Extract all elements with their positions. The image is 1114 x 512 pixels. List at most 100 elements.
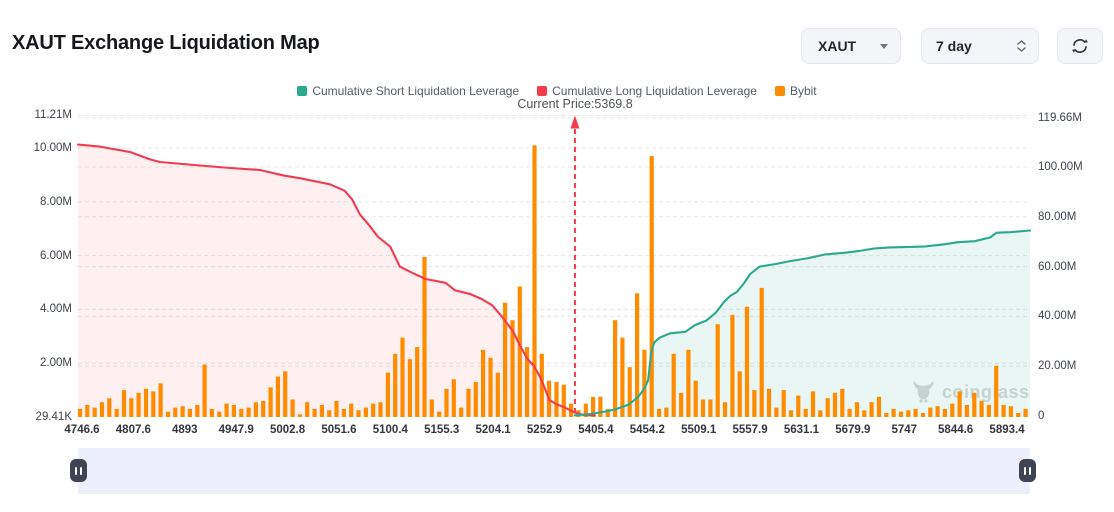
liquidation-bar xyxy=(100,402,104,417)
liquidation-bar xyxy=(965,405,969,417)
liquidation-bar xyxy=(85,405,89,417)
liquidation-bar xyxy=(78,409,82,417)
liquidation-bar xyxy=(804,409,808,417)
liquidation-bar xyxy=(474,382,478,417)
axis-tick-label: 5155.3 xyxy=(424,423,459,437)
liquidation-bar xyxy=(459,408,463,417)
liquidation-bar xyxy=(899,412,903,417)
liquidation-bar xyxy=(342,409,346,417)
axis-tick-label: 60.00M xyxy=(1038,260,1076,274)
liquidation-bar xyxy=(159,383,163,417)
range-slider-track[interactable] xyxy=(78,448,1030,494)
liquidation-bar xyxy=(752,390,756,417)
axis-tick-label: 5100.4 xyxy=(373,423,408,437)
liquidation-bar xyxy=(1002,405,1006,417)
axis-tick-label: 5509.1 xyxy=(681,423,716,437)
liquidation-chart xyxy=(0,0,1114,460)
liquidation-bar xyxy=(320,405,324,417)
axis-tick-label: 5405.4 xyxy=(578,423,613,437)
liquidation-bar xyxy=(928,408,932,417)
liquidation-bar xyxy=(943,409,947,417)
liquidation-bar xyxy=(334,401,338,417)
liquidation-bar xyxy=(613,320,617,417)
liquidation-bar xyxy=(437,412,441,417)
liquidation-bar xyxy=(122,390,126,417)
liquidation-bar xyxy=(598,397,602,417)
axis-tick-label: 29.41K xyxy=(0,410,72,424)
liquidation-bar xyxy=(789,410,793,417)
liquidation-bar xyxy=(760,288,764,417)
liquidation-bar xyxy=(958,391,962,417)
liquidation-bar xyxy=(532,145,536,417)
liquidation-bar xyxy=(254,402,258,417)
liquidation-bar xyxy=(393,354,397,417)
liquidation-bar xyxy=(701,400,705,418)
liquidation-bar xyxy=(664,408,668,417)
liquidation-bar xyxy=(93,408,97,417)
range-slider-right-handle[interactable] xyxy=(1019,459,1036,482)
liquidation-bar xyxy=(452,379,456,417)
axis-tick-label: 5051.6 xyxy=(321,423,356,437)
liquidation-bar xyxy=(826,398,830,417)
liquidation-bar xyxy=(767,389,771,417)
current-price-arrow-icon xyxy=(570,116,579,129)
liquidation-bar xyxy=(987,405,991,417)
liquidation-bar xyxy=(217,412,221,417)
liquidation-bar xyxy=(672,354,676,417)
liquidation-bar xyxy=(151,391,155,417)
liquidation-bar xyxy=(144,389,148,417)
liquidation-bar xyxy=(782,390,786,417)
liquidation-bar xyxy=(305,402,309,417)
liquidation-bar xyxy=(181,406,185,417)
axis-tick-label: 4947.9 xyxy=(219,423,254,437)
liquidation-bar xyxy=(708,400,712,418)
liquidation-bar xyxy=(562,385,566,417)
liquidation-bar xyxy=(173,408,177,417)
liquidation-bar xyxy=(921,413,925,417)
liquidation-bar xyxy=(210,409,214,417)
liquidation-bar xyxy=(444,389,448,417)
liquidation-bar xyxy=(914,409,918,417)
axis-tick-label: 20.00M xyxy=(1038,359,1076,373)
liquidation-bar xyxy=(496,373,500,417)
liquidation-bar xyxy=(276,377,280,417)
liquidation-bar xyxy=(774,408,778,417)
liquidation-bar xyxy=(232,405,236,417)
area-cumulative-long-liquidation-leverage xyxy=(78,145,595,417)
liquidation-bar xyxy=(972,393,976,417)
liquidation-bar xyxy=(716,324,720,417)
liquidation-bar xyxy=(107,398,111,417)
liquidation-bar xyxy=(364,408,368,417)
liquidation-bar xyxy=(870,402,874,417)
liquidation-bar xyxy=(679,393,683,417)
range-slider-left-handle[interactable] xyxy=(70,459,87,482)
liquidation-bar xyxy=(349,404,353,417)
liquidation-bar xyxy=(247,408,251,417)
liquidation-bar xyxy=(481,350,485,417)
liquidation-bar xyxy=(225,404,229,417)
axis-tick-label: 6.00M xyxy=(0,249,72,263)
liquidation-bar xyxy=(738,371,742,417)
liquidation-bar xyxy=(650,156,654,417)
liquidation-bar xyxy=(657,409,661,417)
liquidation-bar xyxy=(884,413,888,417)
axis-tick-label: 5844.6 xyxy=(938,423,973,437)
axis-tick-label: 5631.1 xyxy=(784,423,819,437)
liquidation-bar xyxy=(298,414,302,417)
liquidation-bar xyxy=(261,401,265,417)
liquidation-bar xyxy=(195,405,199,417)
liquidation-bar xyxy=(994,366,998,417)
liquidation-bar xyxy=(796,396,800,418)
axis-tick-label: 11.21M xyxy=(0,108,72,122)
axis-tick-label: 4.00M xyxy=(0,302,72,316)
axis-tick-label: 5454.2 xyxy=(630,423,665,437)
liquidation-bar xyxy=(415,347,419,417)
axis-tick-label: 10.00M xyxy=(0,141,72,155)
liquidation-bar xyxy=(356,410,360,417)
axis-tick-label: 5747 xyxy=(891,423,917,437)
axis-tick-label: 40.00M xyxy=(1038,309,1076,323)
liquidation-bar xyxy=(430,400,434,418)
liquidation-bar xyxy=(488,358,492,417)
liquidation-bar xyxy=(855,402,859,417)
axis-tick-label: 5679.9 xyxy=(835,423,870,437)
